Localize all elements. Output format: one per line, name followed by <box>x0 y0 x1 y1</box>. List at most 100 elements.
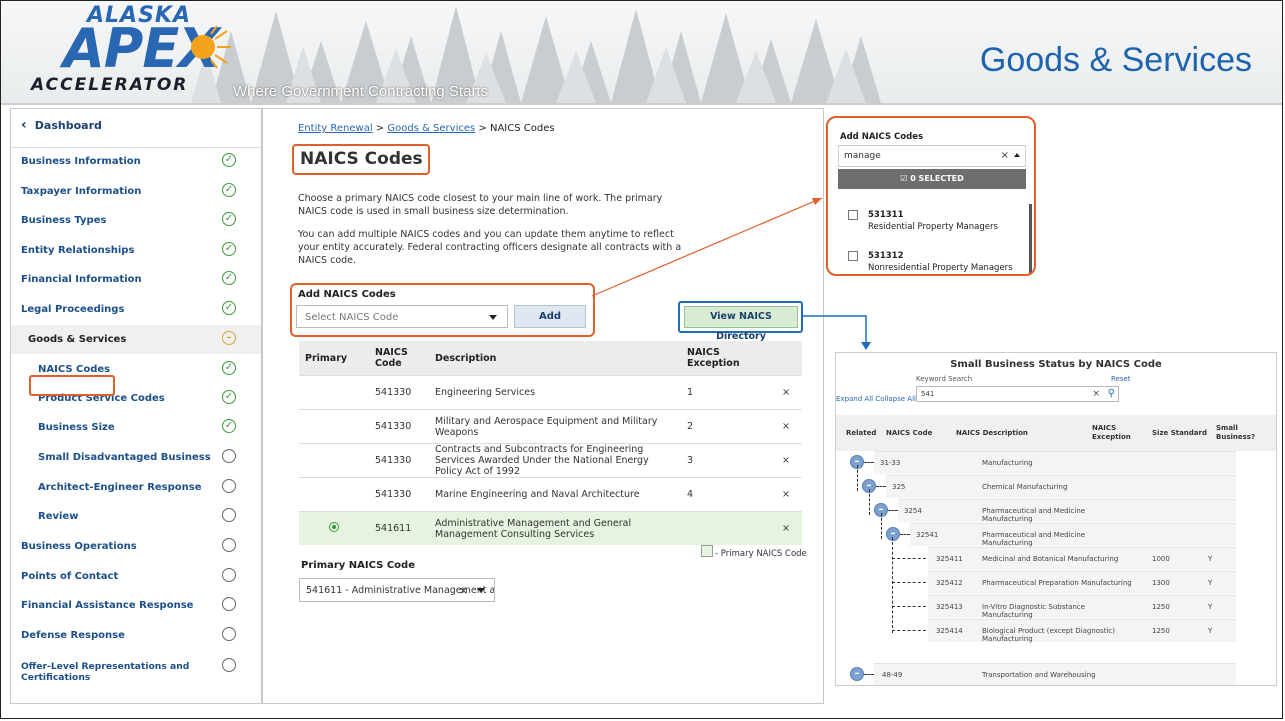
tree-connector <box>864 674 874 675</box>
sidebar-item[interactable]: Goods & Services – <box>11 325 261 354</box>
search-icon[interactable]: ⚲ <box>1108 388 1115 399</box>
add-button[interactable]: Add <box>514 305 586 328</box>
sb-search-value: 541 <box>921 390 935 398</box>
sidebar-item[interactable]: Small Disadvantaged Business <box>11 443 261 472</box>
sidebar-item-label: Business Types <box>21 215 107 226</box>
logo-accelerator-text: ACCELERATOR <box>31 75 189 95</box>
dashboard-link[interactable]: ‹ Dashboard <box>21 117 102 133</box>
col-description: Description <box>429 341 681 376</box>
sb-code: 325414 <box>936 627 963 635</box>
primary-cell[interactable] <box>299 375 369 410</box>
page-heading: NAICS Codes <box>300 149 423 169</box>
clear-icon[interactable]: × <box>1092 389 1100 399</box>
remove-row-icon[interactable]: × <box>763 477 802 512</box>
primary-cell[interactable] <box>299 409 369 444</box>
sidebar-item-label: Review <box>38 511 79 522</box>
radio-selected-icon[interactable] <box>329 522 339 532</box>
primary-legend: - Primary NAICS Code <box>701 545 807 559</box>
sidebar-item-label: Goods & Services <box>28 334 127 345</box>
dropdown-search-input[interactable]: manage × <box>838 145 1026 167</box>
remove-row-icon[interactable]: × <box>763 443 802 478</box>
tree-connector <box>881 513 882 539</box>
empty-circle-icon <box>222 538 236 552</box>
sb-table-row: 325414 Biological Product (except Diagnos… <box>928 619 1236 643</box>
empty-circle-icon <box>222 658 236 672</box>
sb-flag: Y <box>1208 627 1213 635</box>
sidebar-item[interactable]: Points of Contact <box>11 562 261 591</box>
sb-code: 325412 <box>936 579 963 587</box>
primary-cell[interactable] <box>299 511 369 545</box>
caret-up-icon[interactable] <box>1014 153 1020 157</box>
table-row: 541330 Marine Engineering and Naval Archi… <box>299 477 802 512</box>
sb-col-related: Related <box>846 429 877 437</box>
small-business-status-panel: Small Business Status by NAICS Code Keyw… <box>835 352 1277 686</box>
primary-naics-select[interactable]: 541611 - Administrative Management a × <box>299 578 495 602</box>
description-cell: Engineering Services <box>429 375 681 410</box>
checkbox[interactable] <box>848 210 858 220</box>
sb-keyword-label: Keyword Search <box>916 375 973 383</box>
sidebar-item-label: Business Information <box>21 156 141 167</box>
sidebar-item[interactable]: Financial Information ✓ <box>11 265 261 294</box>
description-cell: Contracts and Subcontracts for Engineeri… <box>429 443 681 478</box>
sidebar-item[interactable]: Business Size ✓ <box>11 413 261 442</box>
sb-desc: Manufacturing <box>982 459 1033 467</box>
empty-circle-icon <box>222 449 236 463</box>
sidebar-item[interactable]: Business Information ✓ <box>11 147 261 176</box>
tree-connector <box>892 582 926 583</box>
dropdown-scrollbar[interactable] <box>1029 204 1032 274</box>
sidebar-item[interactable]: Review <box>11 502 261 531</box>
breadcrumb-sep: > <box>475 123 490 134</box>
check-circle-icon: ✓ <box>222 390 236 404</box>
caret-down-icon <box>489 315 497 320</box>
view-naics-directory-button[interactable]: View NAICS Directory <box>684 306 798 342</box>
table-row: 541330 Contracts and Subcontracts for Eng… <box>299 443 802 478</box>
remove-row-icon[interactable]: × <box>763 511 802 545</box>
naics-select[interactable]: Select NAICS Code <box>296 305 508 328</box>
sb-col-code: NAICS Code <box>886 429 933 437</box>
sidebar-item[interactable]: Offer-Level Representations and Certific… <box>11 652 261 683</box>
sidebar-item[interactable]: Taxpayer Information ✓ <box>11 177 261 206</box>
chevron-left-icon: ‹ <box>21 117 27 133</box>
dashboard-label: Dashboard <box>34 119 102 132</box>
sidebar-item[interactable]: Business Operations <box>11 532 261 561</box>
header-banner: ALASKA APEX ACCELERATOR Where Government… <box>1 1 1282 105</box>
option-desc: Residential Property Managers <box>868 222 998 232</box>
remove-row-icon[interactable]: × <box>763 375 802 410</box>
sb-size: 1250 <box>1152 603 1170 611</box>
sb-search-input[interactable]: 541 × ⚲ <box>916 386 1119 402</box>
sb-reset-link[interactable]: Reset <box>1111 375 1131 383</box>
primary-cell[interactable] <box>299 477 369 512</box>
sb-table-row: 325412 Pharmaceutical Preparation Manufac… <box>928 571 1236 594</box>
sidebar-item[interactable]: Entity Relationships ✓ <box>11 236 261 265</box>
sidebar-item-label: Business Size <box>38 422 115 433</box>
naics-code-cell: 541330 <box>369 375 429 410</box>
breadcrumb-goods-services[interactable]: Goods & Services <box>387 123 475 134</box>
table-row: 541330 Military and Aerospace Equipment a… <box>299 409 802 444</box>
check-circle-icon: ✓ <box>222 361 236 375</box>
sidebar-item[interactable]: Financial Assistance Response <box>11 591 261 620</box>
sb-table-row: 31-33 Manufacturing <box>874 451 1236 474</box>
sidebar-item[interactable]: Defense Response <box>11 621 261 650</box>
clear-icon[interactable]: × <box>1001 150 1009 161</box>
primary-cell[interactable] <box>299 443 369 478</box>
sb-desc: Biological Product (except Diagnostic) M… <box>982 627 1115 643</box>
sidebar-item[interactable]: Business Types ✓ <box>11 206 261 235</box>
sidebar-item[interactable]: Architect-Engineer Response <box>11 473 261 502</box>
collapse-node-icon[interactable]: – <box>850 667 864 681</box>
sb-col-desc: NAICS Description <box>956 429 1028 437</box>
sidebar-item-label: Architect-Engineer Response <box>38 482 202 493</box>
sidebar-item-label: Entity Relationships <box>21 245 135 256</box>
check-circle-icon: ✓ <box>222 153 236 167</box>
exception-cell: 4 <box>681 477 763 512</box>
clear-icon[interactable]: × <box>459 584 468 597</box>
sidebar-item-label: Points of Contact <box>21 571 119 582</box>
checkbox[interactable] <box>848 251 858 261</box>
sb-code: 48-49 <box>882 671 903 679</box>
collapse-node-icon[interactable]: – <box>886 527 900 541</box>
sb-size: 1300 <box>1152 579 1170 587</box>
sidebar-item[interactable]: Legal Proceedings ✓ <box>11 295 261 324</box>
sb-expand-collapse[interactable]: Expand All Collapse All <box>836 395 916 403</box>
remove-row-icon[interactable]: × <box>763 409 802 444</box>
breadcrumb-entity-renewal[interactable]: Entity Renewal <box>298 123 373 134</box>
tree-connector <box>892 537 893 633</box>
